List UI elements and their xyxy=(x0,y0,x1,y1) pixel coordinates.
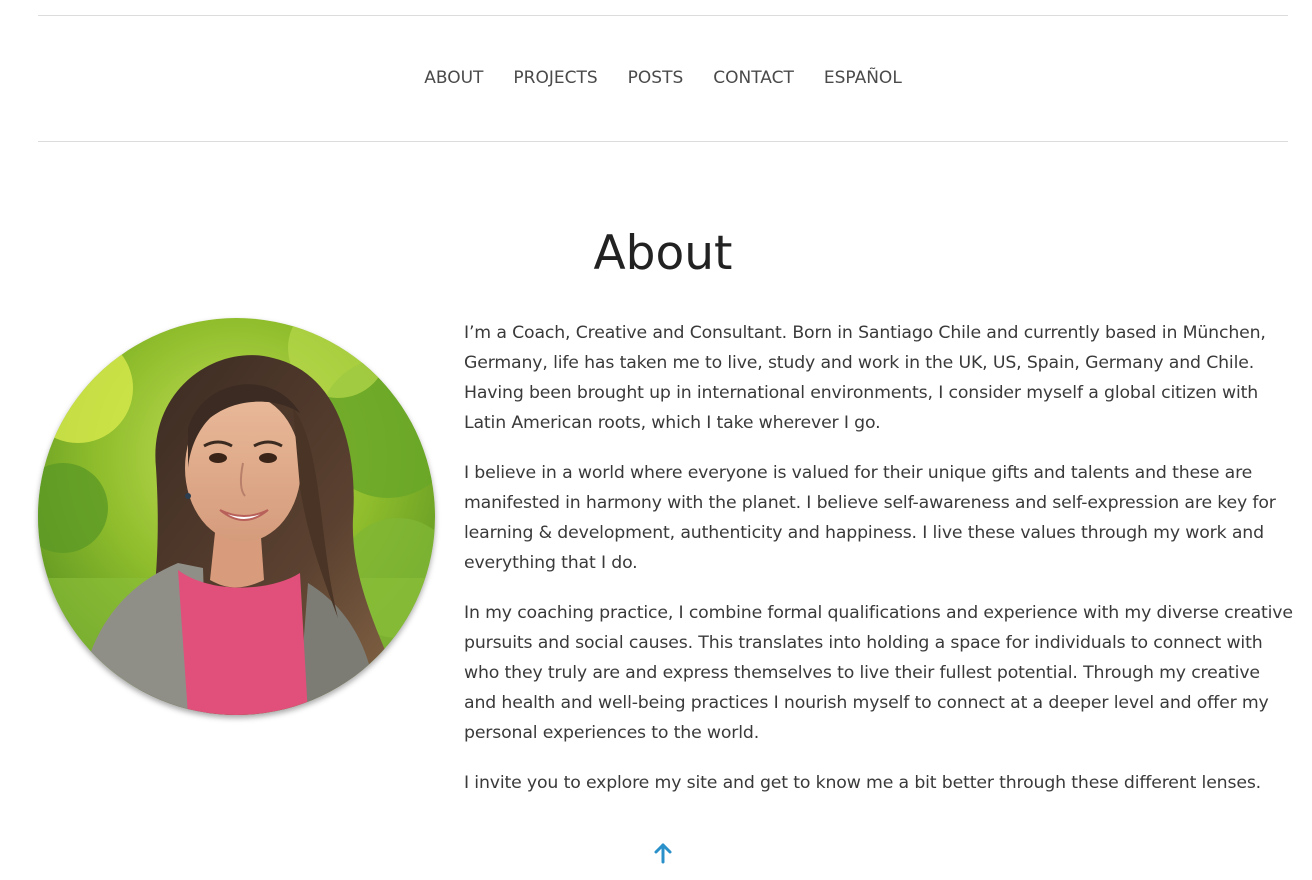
nav-posts[interactable]: POSTS xyxy=(628,68,684,88)
back-to-top-button[interactable] xyxy=(650,840,676,866)
arrow-up-icon xyxy=(654,843,672,864)
bio-paragraph-3: In my coaching practice, I combine forma… xyxy=(464,603,1293,743)
about-bio: I’m a Coach, Creative and Consultant. Bo… xyxy=(464,318,1294,818)
bio-paragraph-1: I’m a Coach, Creative and Consultant. Bo… xyxy=(464,323,1266,433)
nav-projects[interactable]: PROJECTS xyxy=(513,68,597,88)
nav-divider xyxy=(38,141,1288,142)
portrait-photo xyxy=(38,318,435,715)
bio-paragraph-2: I believe in a world where everyone is v… xyxy=(464,463,1276,573)
nav-contact[interactable]: CONTACT xyxy=(713,68,794,88)
nav-espanol[interactable]: ESPAÑOL xyxy=(824,68,902,88)
main-nav: ABOUT PROJECTS POSTS CONTACT ESPAÑOL xyxy=(38,60,1288,96)
bio-paragraph-4: I invite you to explore my site and get … xyxy=(464,773,1262,793)
page-title: About xyxy=(593,226,733,281)
nav-about[interactable]: ABOUT xyxy=(424,68,483,88)
top-divider xyxy=(38,15,1288,16)
